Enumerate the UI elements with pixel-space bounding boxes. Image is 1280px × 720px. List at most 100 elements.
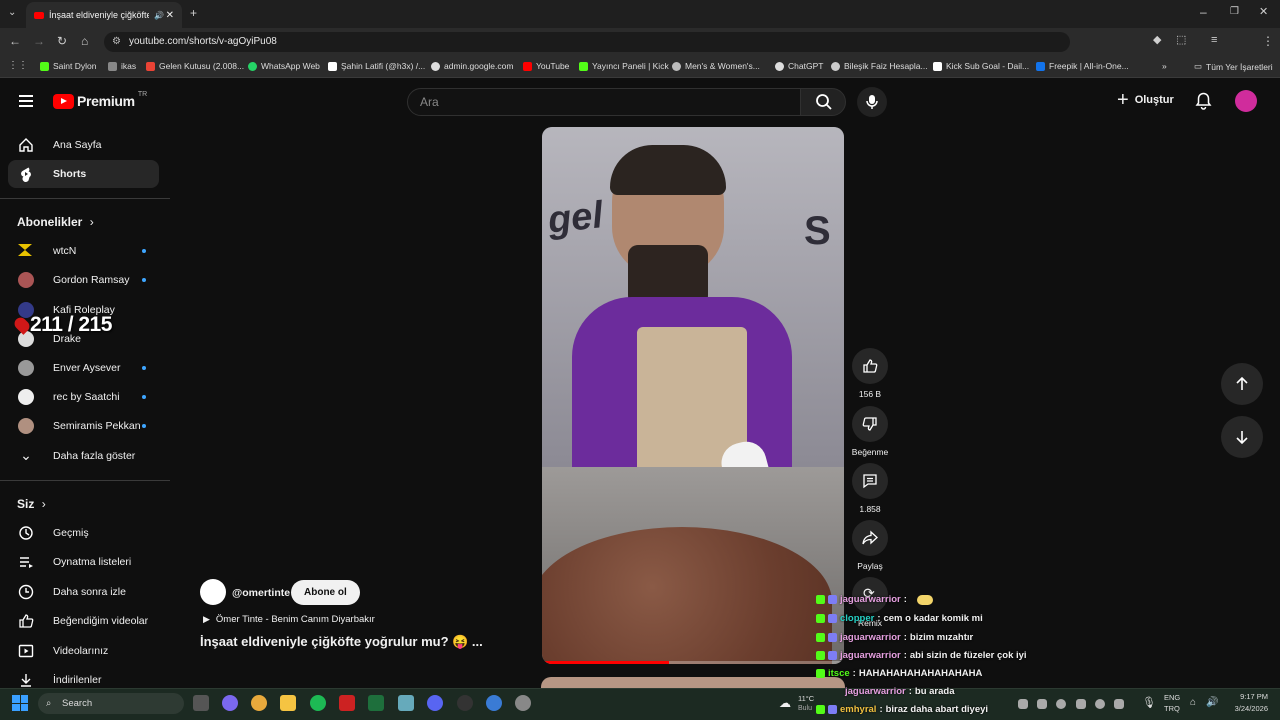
clock-time[interactable]: 9:17 PM — [1226, 692, 1268, 701]
new-content-dot — [142, 366, 146, 370]
network-icon[interactable]: ⌂ — [1190, 697, 1196, 708]
subscribe-button[interactable]: Abone ol — [291, 580, 360, 605]
more-bookmarks-icon[interactable]: » — [1162, 61, 1167, 71]
sidebar-item-home[interactable]: Ana Sayfa — [8, 131, 159, 159]
dislike-button[interactable] — [852, 406, 888, 442]
obs-icon[interactable] — [457, 695, 473, 711]
copilot-icon[interactable] — [222, 695, 238, 711]
bookmark-item[interactable]: WhatsApp Web — [248, 61, 320, 71]
create-button[interactable]: + Oluştur — [1117, 90, 1174, 110]
search-button[interactable] — [800, 88, 846, 116]
browser-menu-icon[interactable]: ⋮ — [1262, 35, 1274, 47]
taskbar-search[interactable]: ⌕ Search — [38, 693, 184, 714]
share-button[interactable] — [852, 520, 888, 556]
tab-list-icon[interactable]: ⌄ — [8, 8, 16, 18]
subscription-item[interactable]: Gordon Ramsay — [8, 266, 159, 294]
close-window-icon[interactable]: ✕ — [1259, 7, 1268, 18]
bookmark-item[interactable]: Men's & Women's... — [672, 61, 760, 71]
home-browser-icon[interactable]: ⌂ — [81, 35, 88, 47]
channel-handle[interactable]: @omertinte — [232, 587, 290, 599]
language-indicator[interactable]: ENG — [1164, 693, 1180, 702]
extensions-puzzle-icon[interactable]: ⬚ — [1176, 35, 1186, 46]
like-button[interactable] — [852, 348, 888, 384]
bookmark-item[interactable]: admin.google.com — [431, 61, 513, 71]
search-input[interactable]: Ara — [407, 88, 801, 116]
bookmark-item[interactable]: Gelen Kutusu (2.008... — [146, 61, 244, 71]
bookmark-item[interactable]: Kick Sub Goal - Dail... — [933, 61, 1029, 71]
browser-tab[interactable]: İnşaat eldiveniyle çiğköfte y 🔊 ✕ — [26, 2, 182, 28]
bookmark-item[interactable]: Saint Dylon — [40, 61, 96, 71]
app-red-icon[interactable] — [339, 695, 355, 711]
comments-button[interactable] — [852, 463, 888, 499]
next-short-button[interactable] — [1221, 416, 1263, 458]
channel-avatar[interactable] — [200, 579, 226, 605]
steam-icon[interactable] — [1095, 699, 1105, 709]
subscriptions-heading[interactable]: Abonelikler › — [17, 215, 94, 229]
microphone-tray-icon[interactable]: 🎙 — [1142, 696, 1156, 709]
tray-app-icon[interactable] — [1114, 699, 1124, 709]
apps-grid-icon[interactable]: ⋮⋮ — [8, 60, 28, 71]
subscription-item[interactable]: rec by Saatchi — [8, 383, 159, 411]
sub-badge-icon — [828, 633, 837, 642]
volume-icon[interactable]: 🔊 — [1206, 697, 1218, 708]
bookmark-item[interactable]: YouTube — [523, 61, 569, 71]
previous-short-button[interactable] — [1221, 363, 1263, 405]
back-icon[interactable]: ← — [9, 35, 21, 47]
spotify-icon[interactable] — [310, 695, 326, 711]
windows-start-icon[interactable] — [12, 695, 28, 711]
notifications-bell-icon[interactable] — [1195, 92, 1212, 110]
task-view-icon[interactable] — [193, 695, 209, 711]
app-gray-icon[interactable] — [515, 695, 531, 711]
all-bookmarks[interactable]: ▭ Tüm Yer İşaretleri — [1194, 61, 1273, 72]
voice-search-button[interactable] — [857, 87, 887, 117]
forward-icon[interactable]: → — [33, 35, 45, 47]
file-explorer-icon[interactable] — [280, 695, 296, 711]
shorts-video-player[interactable]: gel S — [542, 127, 844, 664]
sidebar-item-your-videos[interactable]: Videolarınız — [8, 637, 159, 665]
sidebar-item-shorts[interactable]: Shorts — [8, 160, 159, 188]
bookmark-item[interactable]: Bileşik Faiz Hesapla... — [831, 61, 928, 71]
tray-app-icon[interactable] — [1018, 699, 1028, 709]
chrome-icon[interactable] — [251, 695, 267, 711]
video-title[interactable]: İnşaat eldiveniyle çiğköfte yoğrulur mu?… — [200, 634, 483, 650]
tray-app-icon[interactable] — [1056, 699, 1066, 709]
sidebar-item-history[interactable]: Geçmiş — [8, 519, 159, 547]
you-heading[interactable]: Siz › — [17, 497, 46, 511]
new-tab-icon[interactable]: + — [190, 7, 197, 19]
subscription-item[interactable]: Semiramis Pekkan — [8, 412, 159, 440]
subscription-item[interactable]: Enver Aysever — [8, 354, 159, 382]
show-more-button[interactable]: ⌄ Daha fazla göster — [8, 442, 159, 470]
account-avatar[interactable] — [1235, 90, 1257, 112]
reload-icon[interactable]: ↻ — [57, 35, 67, 47]
tray-app-icon[interactable] — [1037, 699, 1047, 709]
bookmark-item[interactable]: ChatGPT — [775, 61, 823, 71]
subscription-item[interactable]: wtcN — [8, 237, 159, 265]
bookmark-item[interactable]: ikas — [108, 61, 136, 71]
hamburger-menu-icon[interactable] — [19, 95, 33, 107]
speaker-icon[interactable]: 🔊 — [154, 11, 164, 20]
sidebar-item-liked[interactable]: Beğendiğim videolar — [8, 607, 159, 635]
reading-list-icon[interactable]: ≡ — [1211, 35, 1217, 46]
weather-icon[interactable]: ☁ — [779, 696, 791, 710]
sidebar-item-playlists[interactable]: Oynatma listeleri — [8, 548, 159, 576]
site-info-icon[interactable]: ⚙ — [112, 32, 121, 52]
bookmark-item[interactable]: Şahin Latifi (@h3x) /... — [328, 61, 425, 71]
discord-icon[interactable] — [427, 695, 443, 711]
minimize-icon[interactable]: – — [1200, 6, 1207, 18]
windows-taskbar — [0, 688, 1280, 720]
tray-app-icon[interactable] — [1076, 699, 1086, 709]
sound-info[interactable]: ▶ Ömer Tinte - Benim Canım Diyarbakır — [203, 614, 375, 625]
tab-close-icon[interactable]: ✕ — [166, 10, 174, 21]
sidebar-divider — [0, 480, 170, 481]
youtube-logo[interactable]: Premium TR — [53, 91, 147, 109]
restore-icon[interactable]: ❐ — [1230, 7, 1239, 17]
address-bar[interactable]: ⚙ youtube.com/shorts/v-agOyiPu08 — [104, 32, 1070, 52]
sidebar-item-watch-later[interactable]: Daha sonra izle — [8, 578, 159, 606]
app-blue-icon[interactable] — [486, 695, 502, 711]
extension-diamond-icon[interactable]: ◆ — [1153, 35, 1161, 46]
app-network-icon[interactable] — [398, 695, 414, 711]
chat-message: clopper: cem o kadar komik mi — [816, 613, 983, 624]
excel-icon[interactable] — [368, 695, 384, 711]
bookmark-item[interactable]: Freepik | All-in-One... — [1036, 61, 1129, 71]
bookmark-item[interactable]: Yayıncı Paneli | Kick — [579, 61, 669, 71]
